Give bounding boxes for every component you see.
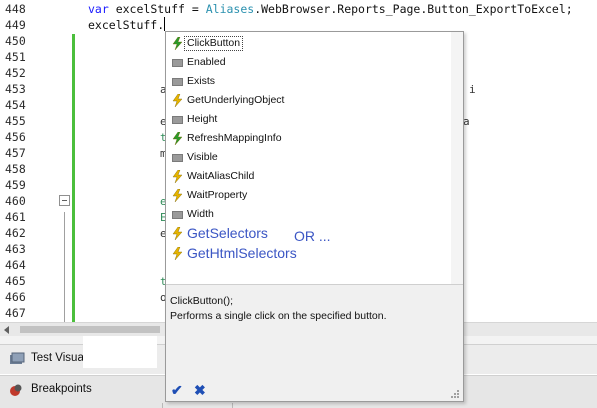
property-icon (172, 154, 183, 162)
code-line-449: excelStuff. (88, 16, 166, 35)
code-text: excelStuff. (88, 18, 165, 32)
cancel-x-icon[interactable]: ✖ (194, 382, 208, 398)
method-icon (172, 227, 183, 240)
editor-overlay-region (83, 336, 157, 368)
column-divider (162, 403, 163, 408)
completion-item-label: Exists (187, 75, 216, 87)
method-icon (172, 132, 183, 145)
method-icon (172, 170, 183, 183)
text-caret (164, 17, 166, 31)
annotation-note: OR ... (294, 228, 331, 244)
completion-item-label: Width (187, 208, 214, 220)
completion-item[interactable]: Exists (166, 72, 463, 91)
scroll-left-icon[interactable] (4, 326, 9, 334)
completion-item[interactable]: WaitProperty (166, 186, 463, 205)
completion-item[interactable]: RefreshMappingInfo (166, 129, 463, 148)
description-toolbar: ✔ ✖ (166, 380, 463, 402)
completion-item[interactable]: Enabled (166, 53, 463, 72)
type-name: Aliases (205, 2, 255, 16)
completion-item[interactable]: GetHtmlSelectors (166, 244, 463, 263)
accept-check-icon[interactable]: ✔ (171, 382, 185, 398)
completion-item[interactable]: Visible (166, 148, 463, 167)
completion-item-label: WaitProperty (187, 189, 248, 201)
method-icon (172, 94, 183, 107)
completion-item[interactable]: ClickButton (166, 34, 463, 53)
keyword-var: var (88, 2, 109, 16)
code-text: .WebBrowser.Reports_Page.Button_ExportTo… (254, 2, 573, 16)
method-icon (172, 189, 183, 202)
completion-item[interactable]: Height (166, 110, 463, 129)
code-completion-popup[interactable]: ClickButton Enabled Exists GetUnderlyingObj… (165, 31, 464, 402)
property-icon (172, 78, 183, 86)
test-visualizer-icon (10, 352, 25, 364)
completion-description-panel: ClickButton(); Performs a single click o… (166, 284, 463, 401)
breakpoints-icon (10, 384, 22, 396)
property-icon (172, 211, 183, 219)
resize-grip-icon[interactable] (450, 389, 460, 399)
completion-item[interactable]: Width (166, 205, 463, 224)
code-text: excelStuff = (108, 2, 206, 16)
completion-item-label: Height (187, 113, 218, 125)
method-icon (172, 247, 183, 260)
completion-item-label: GetHtmlSelectors (187, 245, 297, 261)
change-indicator-bar (72, 34, 75, 322)
completion-list[interactable]: ClickButton Enabled Exists GetUnderlyingObj… (166, 32, 463, 284)
completion-item-label: Visible (187, 151, 218, 163)
completion-item-label: GetSelectors (187, 225, 268, 241)
panel-title: Test Visua (31, 352, 84, 364)
code-fragment: i (469, 83, 476, 96)
completion-item-label: WaitAliasChild (187, 170, 255, 182)
folding-margin (59, 0, 70, 322)
property-icon (172, 116, 183, 124)
completion-item-label: Enabled (187, 56, 226, 68)
method-signature: ClickButton(); (170, 295, 234, 307)
completion-item[interactable]: WaitAliasChild (166, 167, 463, 186)
panel-title: Breakpoints (31, 383, 92, 395)
line-number: 467 (5, 306, 26, 320)
completion-item-label: GetUnderlyingObject (187, 94, 285, 106)
fold-guide-line (64, 212, 65, 322)
line-number-gutter: 448 449 450 451 452 453 454 455 456 457 … (0, 0, 60, 322)
completion-item[interactable]: GetUnderlyingObject (166, 91, 463, 110)
completion-item-label: RefreshMappingInfo (187, 132, 282, 144)
completion-item-label: ClickButton (183, 36, 244, 51)
property-icon (172, 59, 183, 67)
collapse-region-icon[interactable] (59, 195, 70, 206)
scrollbar-thumb[interactable] (20, 326, 160, 333)
method-icon (172, 37, 183, 50)
method-summary: Performs a single click on the specified… (170, 310, 387, 322)
column-divider (232, 403, 233, 408)
